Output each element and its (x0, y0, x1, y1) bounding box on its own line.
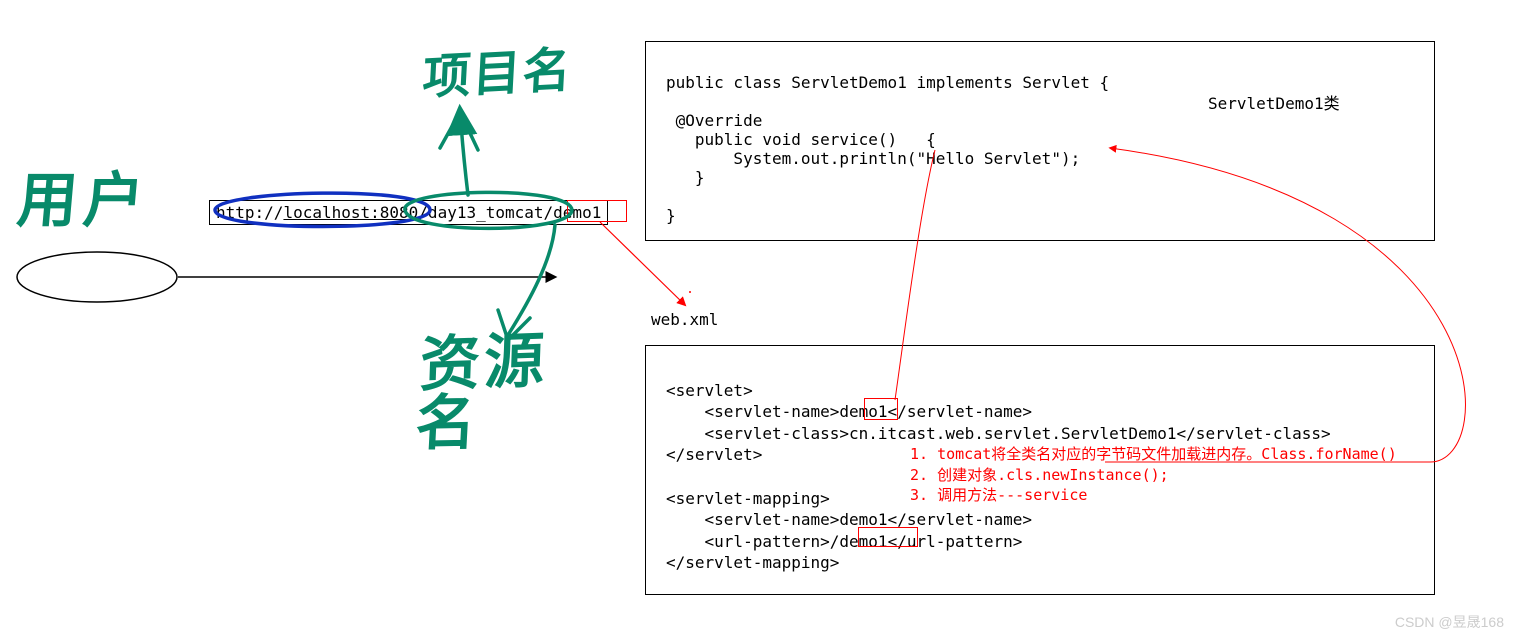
handwritten-resource-label: 资源 名 (414, 330, 551, 456)
xml-line: </servlet-mapping> (666, 553, 839, 572)
tomcat-steps-notes: 1. tomcat将全类名对应的字节码文件加载进内存。Class.forName… (910, 424, 1397, 505)
handwritten-project-name: 项目名 (421, 30, 574, 108)
code-line: public void service() { (666, 130, 936, 149)
code-line: } (666, 168, 705, 187)
url-path1: /day13_tomcat (418, 203, 543, 222)
note-line: 3. 调用方法---service (910, 486, 1087, 504)
handwritten-user-label: 用户 (14, 152, 154, 239)
url-box: http://localhost:8080/day13_tomcat/demo1 (209, 200, 608, 225)
url-scheme: http:// (216, 203, 283, 222)
code-line: System.out.println("Hello Servlet"); (666, 149, 1080, 168)
url-hostport: localhost:8080 (283, 203, 418, 222)
xml-line: <servlet-name>demo1</servlet-name> (666, 402, 1032, 421)
web-xml-label: web.xml (651, 310, 718, 329)
user-ellipse (17, 252, 177, 302)
xml-line: <servlet> (666, 381, 753, 400)
xml-urlpattern-open: <url-pattern> (666, 532, 830, 551)
code-line: @Override (666, 111, 762, 130)
note-line: 2. 创建对象.cls.newInstance(); (910, 466, 1169, 484)
xml-line: <servlet-name>demo1</servlet-name> (666, 510, 1032, 529)
green-arrow-down-icon (508, 225, 555, 335)
red-rect-urlpattern-demo1 (858, 527, 918, 547)
xml-line: <servlet-mapping> (666, 489, 830, 508)
servlet-class-label: ServletDemo1类 (1208, 90, 1340, 114)
code-line: } (666, 206, 676, 225)
note-line: 1. tomcat将全类名对应的字节码文件加载进内存。Class.forName… (910, 445, 1397, 463)
watermark: CSDN @昱晟168 (1395, 612, 1504, 632)
code-line: public class ServletDemo1 implements Ser… (666, 73, 1109, 92)
red-dot-icon (689, 291, 691, 293)
red-rect-servlet-class (864, 398, 898, 420)
xml-line: </servlet> (666, 445, 762, 464)
red-rect-url-demo1 (567, 200, 627, 222)
green-arrow-up-head (440, 112, 478, 150)
servlet-code-box: public class ServletDemo1 implements Ser… (645, 41, 1435, 241)
green-arrow-up-icon (460, 110, 468, 195)
